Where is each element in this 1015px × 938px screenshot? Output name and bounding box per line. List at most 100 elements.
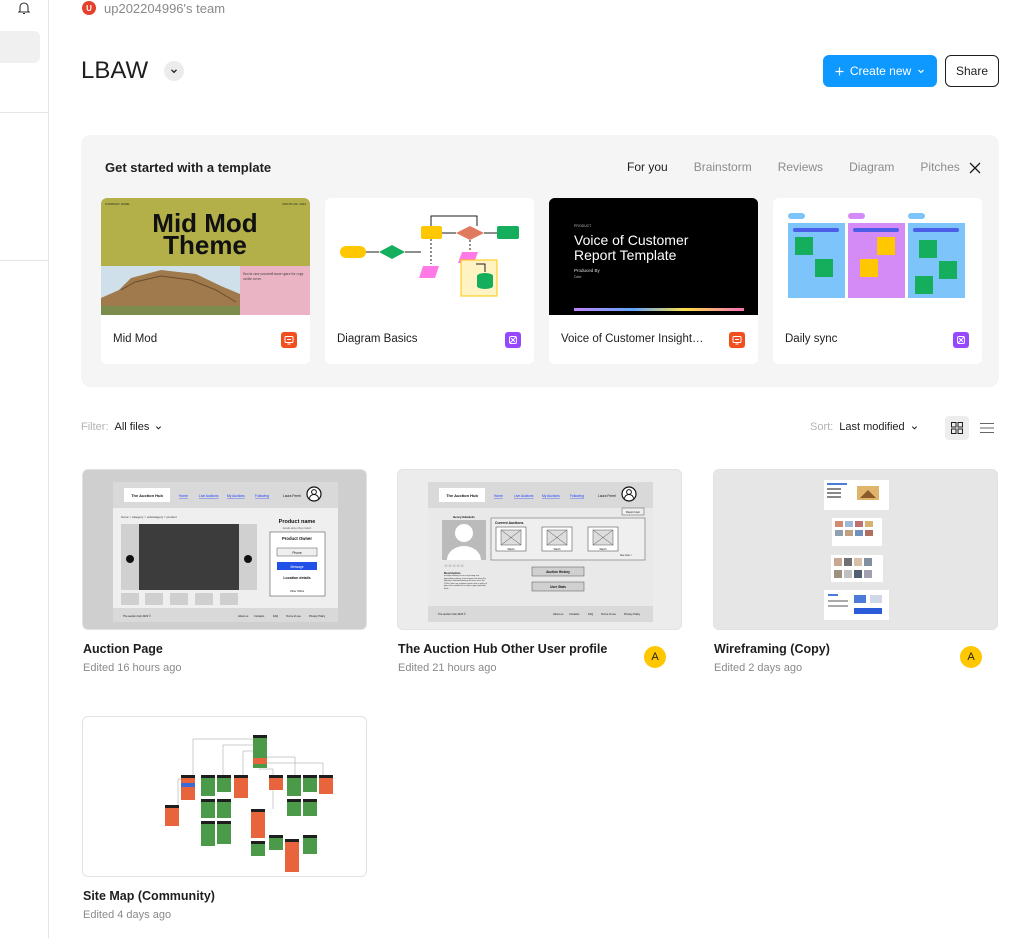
templates-heading: Get started with a template	[105, 160, 272, 175]
plus-icon	[835, 67, 844, 75]
template-thumbnail: COMPANY NAME MONTH 00, 2024 Mid Mod Them…	[101, 198, 310, 315]
wf-product-name: Product name	[279, 519, 316, 525]
thumb-title-line2: Theme	[163, 230, 247, 260]
file-edited: Edited 2 days ago	[714, 662, 803, 674]
team-name[interactable]: up202204996's team	[104, 1, 225, 16]
wf-message: Message	[291, 565, 304, 569]
bell-icon[interactable]	[16, 0, 32, 16]
wf-current-auctions: Current Auctions	[495, 521, 524, 525]
thumb-kicker: PRODUCT	[574, 224, 592, 228]
template-label: Daily sync	[785, 333, 838, 345]
template-card-mid-mod[interactable]: COMPANY NAME MONTH 00, 2024 Mid Mod Them…	[101, 198, 310, 364]
wf-footer-link: Contacts	[254, 614, 265, 618]
wf-user-stats: User Stats	[550, 585, 566, 589]
wf-desc-text: A simple dummy text of the printing and …	[444, 575, 487, 590]
list-view-button[interactable]	[975, 416, 999, 440]
template-label: Mid Mod	[113, 333, 158, 345]
sidebar-selected-item[interactable]	[0, 31, 40, 63]
templates-panel: Get started with a template For you Brai…	[81, 135, 999, 387]
filter-value[interactable]: All files	[115, 421, 150, 433]
wf-see-more: See more >	[620, 554, 633, 557]
chevron-down-icon	[171, 69, 177, 74]
file-card-auction-page[interactable]: The Auction Hub Home Live Auctions My Au…	[82, 469, 367, 674]
template-tabs: For you Brainstorm Reviews Diagram Pitch…	[627, 160, 986, 174]
tab-pitches[interactable]: Pitches	[920, 160, 959, 174]
wf-nav: My Auctions	[227, 494, 245, 498]
file-thumbnail	[713, 469, 998, 630]
tab-reviews[interactable]: Reviews	[778, 160, 823, 174]
share-button[interactable]: Share	[945, 55, 999, 87]
file-card-other-user-profile[interactable]: The Auction Hub Home Live Auctions My Au…	[397, 469, 682, 674]
file-edited: Edited 16 hours ago	[83, 662, 182, 674]
file-card-wireframing-copy[interactable]: Wireframing (Copy) Edited 2 days ago A	[713, 469, 998, 674]
wf-nav: My Auctions	[542, 494, 560, 498]
wf-nav: Live Auctions	[199, 494, 219, 498]
wf-phone: Phone	[292, 551, 301, 555]
tab-diagram[interactable]: Diagram	[849, 160, 894, 174]
template-card-voice-of-customer[interactable]: PRODUCT Voice of Customer Report Templat…	[549, 198, 758, 364]
filter-label: Filter:	[81, 421, 109, 433]
wf-breadcrumb: home > category > subcategory > product	[121, 515, 177, 519]
thumb-caption: Just in case you need more space for cop…	[243, 272, 304, 281]
collaborator-avatar: A	[644, 646, 666, 668]
wf-nav: Following	[570, 494, 584, 498]
file-name: Auction Page	[83, 642, 163, 656]
wf-product-desc: details about the product	[283, 526, 312, 530]
file-thumbnail: The Auction Hub Home Live Auctions My Au…	[397, 469, 682, 630]
template-card-diagram-basics[interactable]: Diagram Basics	[325, 198, 534, 364]
chevron-down-icon	[918, 69, 925, 74]
collaborator-avatar: A	[960, 646, 982, 668]
sort-value[interactable]: Last modified	[839, 421, 904, 433]
create-new-label: Create new	[849, 64, 912, 78]
project-menu-button[interactable]	[164, 61, 184, 81]
file-edited: Edited 4 days ago	[83, 909, 172, 921]
team-breadcrumb[interactable]: U up202204996's team	[82, 0, 225, 16]
tab-brainstorm[interactable]: Brainstorm	[694, 160, 752, 174]
wf-footer-link: Terms of use	[286, 614, 301, 618]
wf-profile-name: Henry Edwards	[453, 515, 475, 519]
wf-footer-link: Terms of use	[601, 612, 616, 616]
wf-footer: The auction hub 2023 ©	[123, 614, 151, 618]
sidebar-divider	[0, 260, 48, 261]
sort-control[interactable]: Sort: Last modified	[810, 421, 918, 433]
thumb-company: COMPANY NAME	[105, 202, 129, 206]
wf-nav: Following	[255, 494, 269, 498]
thumb-title-line2: Report Template	[574, 247, 677, 263]
file-card-site-map[interactable]: Site Map (Community) Edited 4 days ago	[82, 716, 367, 921]
create-new-button[interactable]: Create new	[823, 55, 937, 87]
template-thumbnail	[773, 198, 982, 315]
sidebar	[0, 0, 49, 938]
wf-watch: Watch	[600, 548, 608, 551]
wf-other-offers: Other Offers	[290, 589, 305, 593]
svg-text:☆☆☆☆☆: ☆☆☆☆☆	[444, 563, 464, 568]
list-icon	[980, 423, 994, 433]
wf-auction-history: Auction History	[546, 570, 570, 574]
figjam-icon	[505, 332, 521, 348]
wf-footer-link: Privacy Policy	[309, 614, 326, 618]
chevron-down-icon	[911, 425, 917, 430]
filter-control[interactable]: Filter: All files	[81, 421, 162, 433]
wf-footer-link: Contacts	[569, 612, 580, 616]
wf-nav: Home	[179, 494, 188, 498]
wf-footer-link: FAQ	[588, 612, 593, 616]
wf-user: Laura Ferrel	[283, 494, 301, 498]
tab-for-you[interactable]: For you	[627, 160, 668, 174]
file-thumbnail	[82, 716, 367, 877]
team-avatar: U	[82, 1, 96, 15]
template-label: Diagram Basics	[337, 333, 418, 345]
wf-watch: Watch	[554, 548, 562, 551]
thumb-byline: Produced By	[574, 268, 601, 273]
file-name: Wireframing (Copy)	[714, 642, 830, 656]
project-title: LBAW	[81, 57, 149, 84]
wf-report: Report User	[626, 510, 640, 514]
file-thumbnail: The Auction Hub Home Live Auctions My Au…	[82, 469, 367, 630]
close-icon[interactable]	[969, 161, 981, 174]
wf-nav: Live Auctions	[514, 494, 534, 498]
file-edited: Edited 21 hours ago	[398, 662, 497, 674]
wf-footer-link: Privacy Policy	[624, 612, 641, 616]
template-card-daily-sync[interactable]: Daily sync	[773, 198, 982, 364]
grid-view-button[interactable]	[945, 416, 969, 440]
sidebar-divider	[0, 112, 48, 113]
template-label: Voice of Customer Insight…	[561, 333, 704, 345]
wf-footer-link: About us	[238, 614, 249, 618]
